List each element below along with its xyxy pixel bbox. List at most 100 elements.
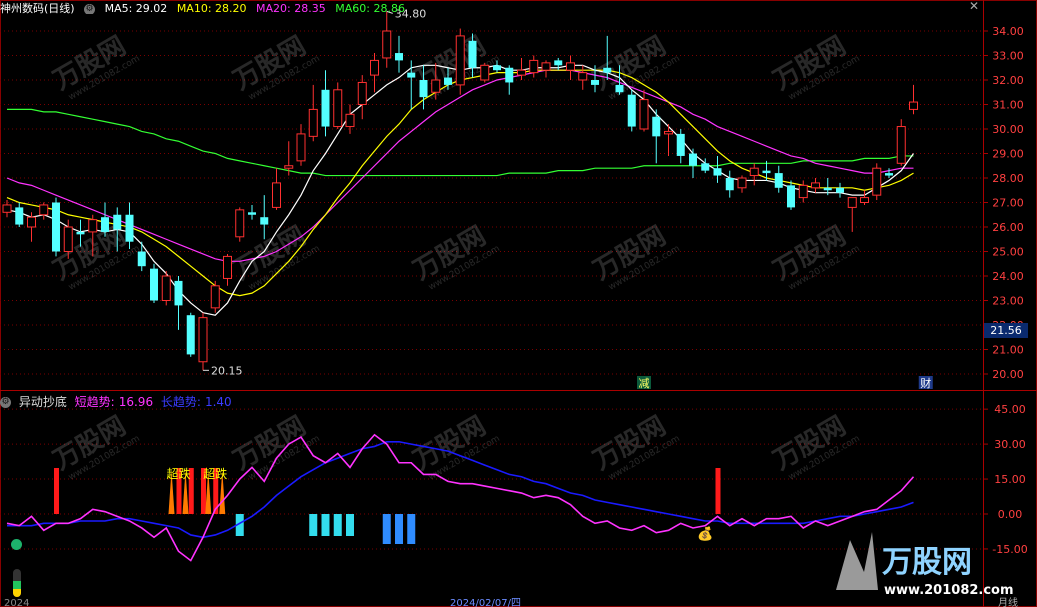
candle-body xyxy=(333,89,343,128)
ma20-label: MA20: 28.35 xyxy=(256,2,326,14)
watermark-layer: 万股网www.201082.com 万股网www.201082.com 万股网www… xyxy=(49,31,862,483)
cyan-signal-bar xyxy=(309,514,318,536)
watermark-brand: 万股网www.201082.com xyxy=(769,221,862,293)
candle-body xyxy=(395,53,403,61)
candle-body xyxy=(419,80,428,98)
candle-body xyxy=(603,67,612,73)
candle-body xyxy=(444,77,452,85)
candle-body xyxy=(578,72,588,81)
candle-body xyxy=(125,214,134,242)
candle-body xyxy=(15,207,24,225)
candle-body xyxy=(836,187,844,193)
candle-body xyxy=(664,130,673,135)
indicator-name[interactable]: 异动抄底 xyxy=(19,395,67,409)
cyan-signal-bar xyxy=(407,514,416,544)
short-trend-label: 短趋势: xyxy=(74,395,115,409)
candle-body xyxy=(566,62,575,71)
watermark-brand: 万股网www.201082.com xyxy=(229,31,322,103)
price-tick-label: 34.00 xyxy=(992,25,1024,38)
watermark-brand: 万股网www.201082.com xyxy=(589,221,682,293)
chart-canvas: 34.00 33.00 32.00 31.00 30.00 29.00 28.00 27.00… xyxy=(0,0,1037,607)
indicator-tick-label: 15.00 xyxy=(994,473,1026,486)
candle-body xyxy=(554,60,563,66)
ma60-label: MA60: 28.86 xyxy=(335,2,405,14)
settings-icon[interactable]: ⚙ xyxy=(84,3,96,14)
candle-body xyxy=(676,133,685,156)
candle-body xyxy=(2,204,12,213)
footer-date-fragment: 2024/02/07/四 xyxy=(450,598,521,607)
price-tick-label: 31.00 xyxy=(992,99,1024,112)
price-tick-label: 30.00 xyxy=(992,123,1024,136)
candle-body xyxy=(52,202,60,252)
watermark-brand: 万股网www.201082.com xyxy=(769,411,862,483)
candle-body xyxy=(223,255,232,279)
candle-body xyxy=(480,64,490,81)
candle-body xyxy=(468,40,477,68)
candle-body xyxy=(210,285,220,309)
candle-body xyxy=(27,216,36,228)
candle-body xyxy=(248,212,256,215)
candle-body xyxy=(431,79,441,93)
candle-body xyxy=(615,84,624,93)
candle-body xyxy=(689,153,697,166)
indicator-settings-icon[interactable]: ⚙ xyxy=(0,397,11,408)
candle-body xyxy=(174,280,183,306)
indicator-tick-label: 0.00 xyxy=(998,508,1023,521)
candle-body xyxy=(455,35,465,86)
close-main-chart-icon[interactable]: ✕ xyxy=(968,0,980,12)
price-tick-label: 29.00 xyxy=(992,148,1024,161)
candle-body xyxy=(725,178,734,191)
candle-body xyxy=(823,187,832,191)
indicator-tick-label: -15.00 xyxy=(992,543,1027,556)
price-tick-label: 27.00 xyxy=(992,197,1024,210)
candle-body xyxy=(591,80,599,85)
header-bar: 神州数码(日线) ⚙ MA5: 29.02 MA10: 28.20 MA20: … xyxy=(0,0,983,14)
candle-body xyxy=(762,170,771,174)
candle-body xyxy=(896,126,906,164)
price-tick-label: 33.00 xyxy=(992,50,1024,63)
candle-body xyxy=(308,108,318,137)
candle-body xyxy=(701,163,710,171)
event-marker-cai-label: 财 xyxy=(920,376,931,390)
cyan-signal-bar xyxy=(346,514,354,536)
candle-body xyxy=(652,116,661,137)
candle-body xyxy=(113,214,122,230)
watermark-brand: 万股网www.201082.com xyxy=(589,411,682,483)
status-dot-icon[interactable] xyxy=(11,539,22,550)
chart-frame xyxy=(0,0,1037,607)
watermark-brand: 万股网www.201082.com xyxy=(409,221,502,293)
candle-body xyxy=(321,89,330,127)
candle-body xyxy=(260,217,269,225)
indicator-tick-label: 45.00 xyxy=(994,403,1026,416)
brand-logo-icon xyxy=(836,532,878,590)
candle-body xyxy=(76,231,85,235)
candle-body xyxy=(63,226,73,252)
price-tick-label: 32.00 xyxy=(992,74,1024,87)
brand-url: www.201082.com xyxy=(884,583,1014,598)
candle-body xyxy=(798,184,808,199)
price-tick-label: 24.00 xyxy=(992,270,1024,283)
cyan-signal-bar xyxy=(395,514,403,544)
price-tick-label: 21.00 xyxy=(992,344,1024,357)
chaodie-label: 超跌 xyxy=(203,466,227,481)
candle-body xyxy=(345,113,355,128)
ma10-label: MA10: 28.20 xyxy=(176,2,247,14)
candle-body xyxy=(517,69,526,76)
indicator-tick-label: 30.00 xyxy=(994,438,1026,451)
candle-body xyxy=(235,209,245,238)
candle-body xyxy=(161,275,171,301)
low-price-label: 20.15 xyxy=(211,364,243,377)
candle-body xyxy=(382,30,392,59)
stock-title[interactable]: 神州数码(日线) xyxy=(0,2,75,14)
candle-body xyxy=(101,217,109,232)
candle-body xyxy=(296,133,306,162)
candle-body xyxy=(370,59,379,76)
ma5-label: MA5: 29.02 xyxy=(104,2,168,14)
money-bag-icon: 💰 xyxy=(697,526,713,542)
candle-body xyxy=(541,62,551,71)
event-marker-jian-label: 减 xyxy=(639,377,650,390)
level-gauge-icon[interactable] xyxy=(13,569,21,597)
candle-body xyxy=(737,177,747,189)
side-toolbar[interactable] xyxy=(6,533,28,601)
candle-body xyxy=(284,165,294,169)
